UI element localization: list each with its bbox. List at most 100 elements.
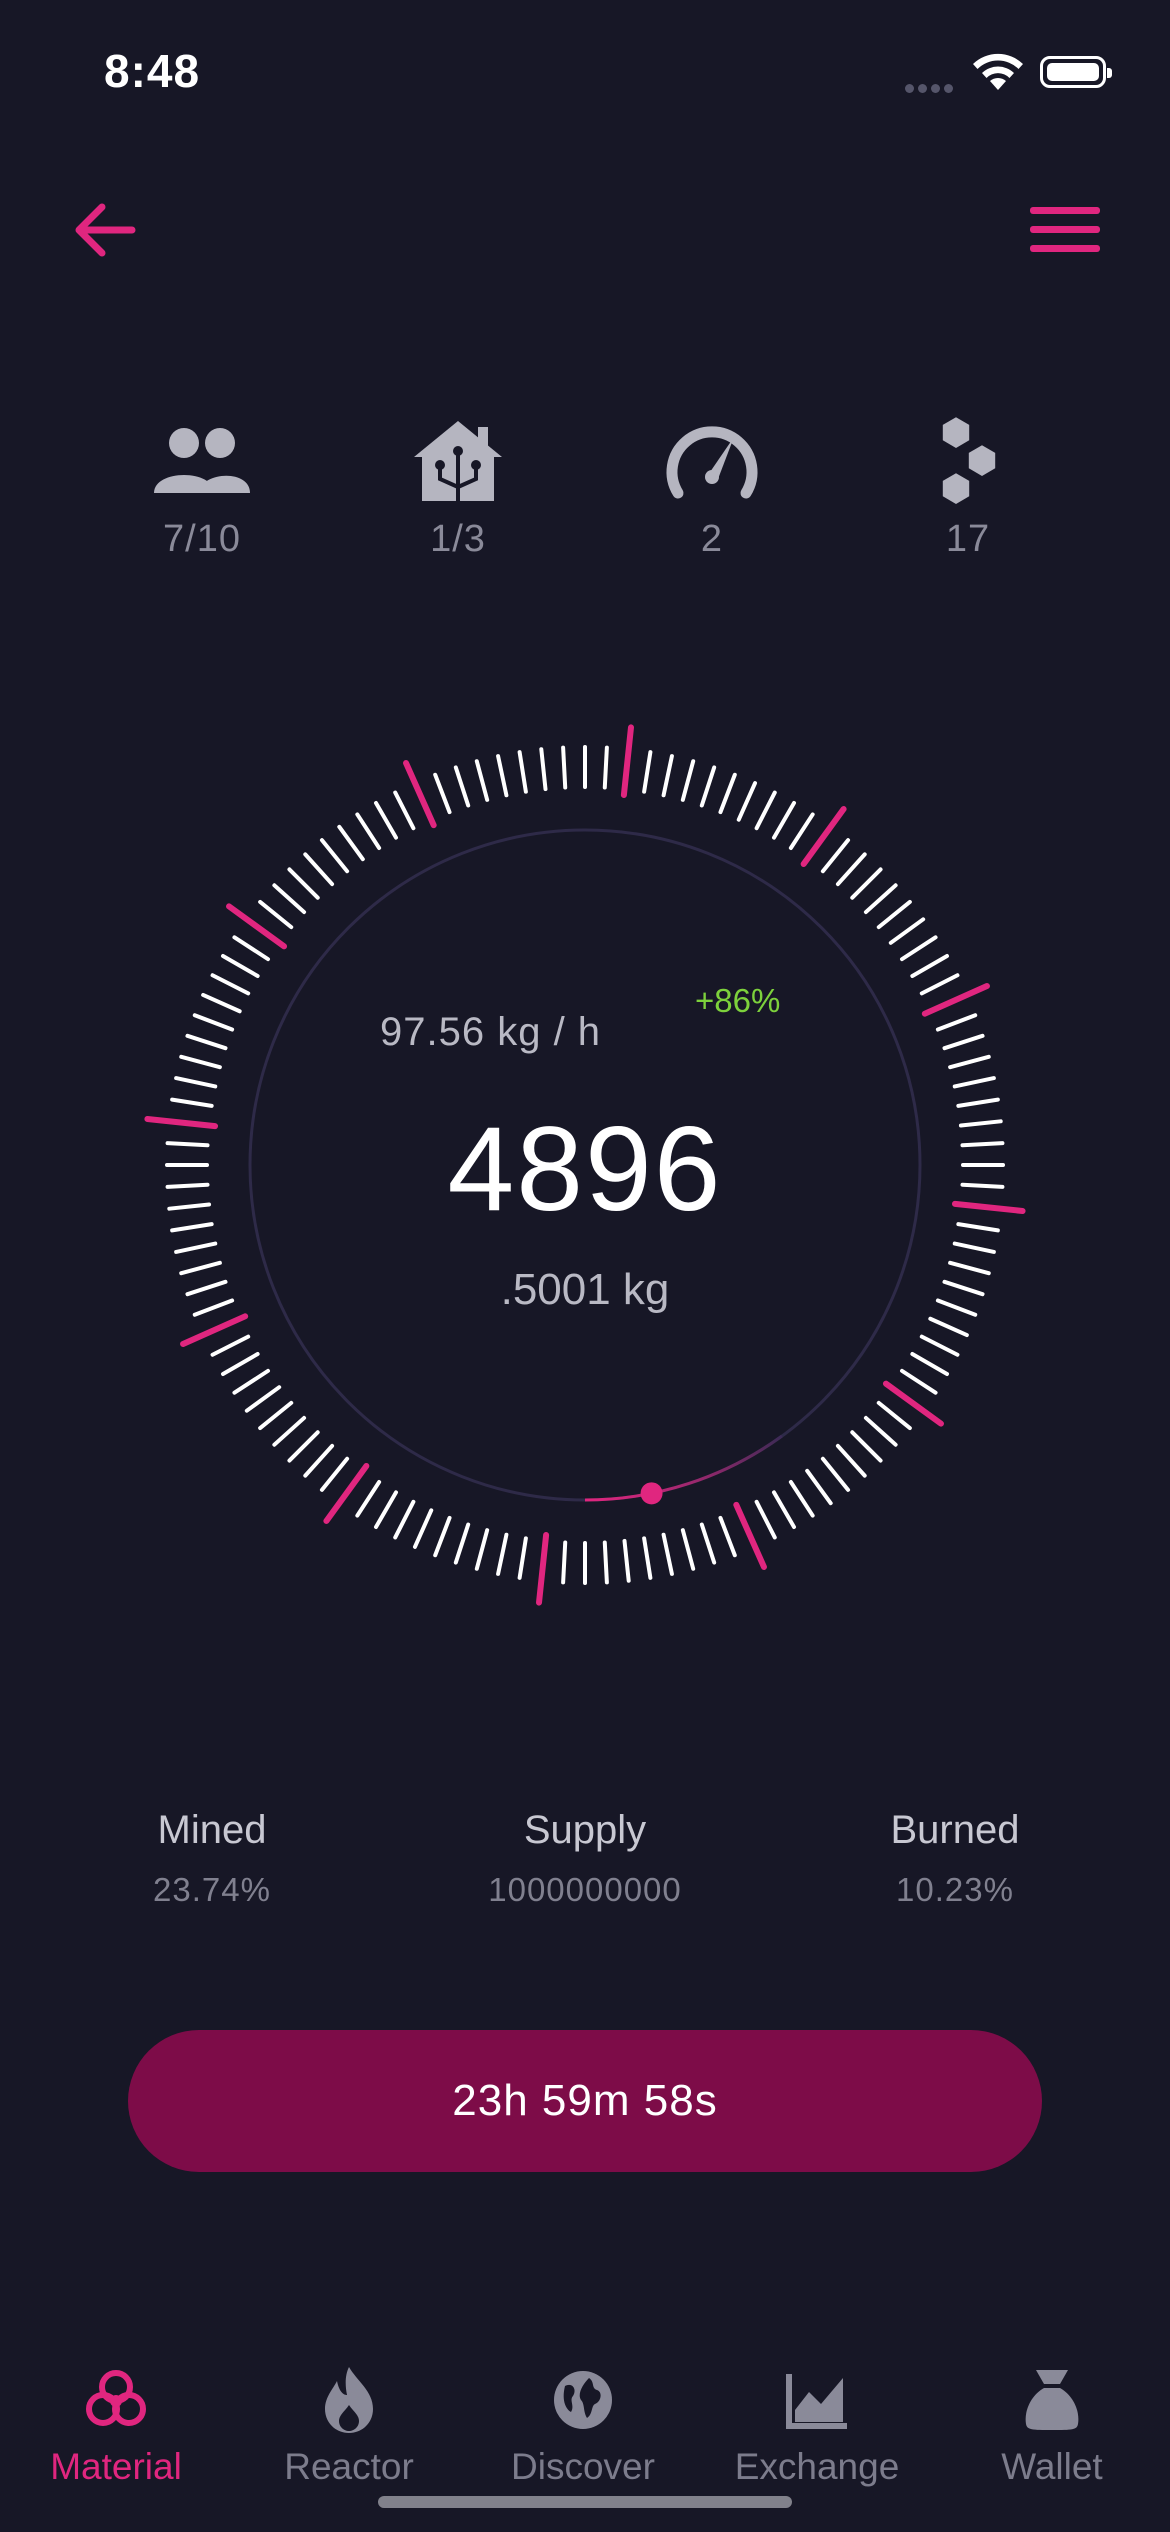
gauge-tick (888, 917, 926, 945)
gauge-tick (221, 954, 260, 978)
cellular-signal-icon (905, 80, 957, 98)
gauge-tick (272, 883, 307, 915)
gauge-tick (661, 754, 674, 798)
gauge-tick (850, 1430, 883, 1463)
tab-reactor[interactable]: Reactor (239, 2360, 459, 2488)
gauge-tick (935, 1013, 978, 1032)
gauge-tick (319, 838, 350, 874)
rate-change-badge: +86% (695, 982, 781, 1019)
hamburger-menu-icon[interactable] (1030, 205, 1100, 255)
countdown-timer-button[interactable]: 23h 59m 58s (128, 2030, 1042, 2172)
gauge-tick (948, 1054, 991, 1070)
gauge-tick (805, 1468, 833, 1506)
gauge-tick (661, 1532, 674, 1576)
gauge-tick (718, 772, 737, 815)
stat-value: 17 (945, 518, 991, 560)
gauge-tick (642, 750, 653, 794)
gauge-tick (272, 1415, 307, 1447)
globe-icon (473, 2360, 693, 2440)
stat-members[interactable]: 7/10 (102, 410, 302, 561)
home-indicator (378, 2496, 792, 2508)
gauge-tick (680, 1528, 696, 1571)
gauge-tick (680, 759, 696, 802)
back-arrow-icon[interactable] (70, 195, 140, 265)
summary-label: Burned (890, 1808, 1020, 1852)
gauge-tick (820, 838, 851, 874)
gauge-tick (952, 1076, 996, 1089)
gauge-tick (287, 1430, 320, 1463)
gauge-major-tick (180, 1313, 249, 1347)
gauge-tick (850, 867, 883, 900)
gauge-tick (788, 1480, 815, 1518)
status-time: 8:48 (104, 45, 201, 97)
stat-home[interactable]: 1/3 (358, 410, 558, 561)
smart-home-icon (358, 410, 558, 510)
gauge-tick (185, 1033, 228, 1051)
gauge-tick (374, 1490, 398, 1529)
hexagons-icon (868, 410, 1068, 510)
gauge-tick (900, 1368, 938, 1395)
tab-label: Exchange (734, 2446, 900, 2487)
gauge-tick (919, 1334, 960, 1357)
gauge-tick (602, 745, 609, 790)
gauge-tick (221, 1352, 260, 1376)
gauge-tick (718, 1515, 737, 1558)
stat-cells[interactable]: 17 (868, 410, 1068, 561)
gauge-tick (453, 1522, 471, 1565)
gauge-tick (210, 1334, 251, 1357)
gauge-tick (244, 1385, 282, 1413)
gauge-tick (699, 1522, 717, 1565)
tab-exchange[interactable]: Exchange (707, 2360, 927, 2488)
wifi-icon (970, 52, 1026, 97)
gauge-tick (474, 759, 490, 802)
summary-value: 23.74% (153, 1871, 271, 1908)
gauge-tick (561, 1540, 568, 1585)
tab-discover[interactable]: Discover (473, 2360, 693, 2488)
gauge-tick (258, 1400, 294, 1431)
summary-label: Mined (157, 1808, 267, 1852)
gauge-tick (232, 935, 270, 962)
stat-speed[interactable]: 2 (612, 410, 812, 561)
gauge-tick (835, 852, 867, 887)
summary-label: Supply (523, 1808, 647, 1852)
gauge-tick (232, 1368, 270, 1395)
gauge-major-tick (620, 724, 634, 799)
gauge-tick (374, 801, 398, 840)
gauge-tick (876, 899, 912, 930)
gauge-tick (174, 1241, 218, 1254)
tab-material[interactable]: Material (6, 2360, 226, 2488)
flame-icon (239, 2360, 459, 2440)
money-bag-icon (942, 2360, 1162, 2440)
tab-label: Discover (511, 2446, 655, 2487)
gauge-tick (393, 790, 416, 831)
gauge-tick (820, 1456, 851, 1492)
gauge-tick (754, 1499, 777, 1540)
gauge-tick (876, 1400, 912, 1431)
gauge-tick (474, 1528, 490, 1571)
gauge-tick (863, 1415, 898, 1447)
gauge-major-tick (921, 983, 990, 1017)
gauge-tick (303, 1443, 335, 1478)
summary-mined: Mined 23.74% (82, 1808, 342, 1909)
gauge-tick (919, 973, 960, 996)
gauge-tick (788, 812, 815, 850)
gauge-tick (517, 1536, 528, 1580)
gauge-tick (561, 745, 568, 790)
gauge-progress-dot (640, 1482, 663, 1505)
gauge-tick (900, 935, 938, 962)
stat-value: 7/10 (163, 518, 241, 560)
gauge-tick (754, 790, 777, 831)
stat-value: 2 (700, 518, 724, 560)
gauge-tick (602, 1540, 609, 1585)
gauge-tick (174, 1076, 218, 1089)
gauge-tick (772, 801, 796, 840)
gauge-tick (355, 1480, 382, 1518)
gauge-tick (772, 1490, 796, 1529)
gauge-tick (942, 1033, 985, 1051)
gauge-tick (337, 824, 365, 862)
gauge-tick (433, 772, 452, 815)
tab-wallet[interactable]: Wallet (942, 2360, 1162, 2488)
gauge-progress-arc (584, 1434, 783, 1502)
gauge-tick (910, 954, 949, 978)
summary-supply: Supply 1000000000 (455, 1808, 715, 1909)
